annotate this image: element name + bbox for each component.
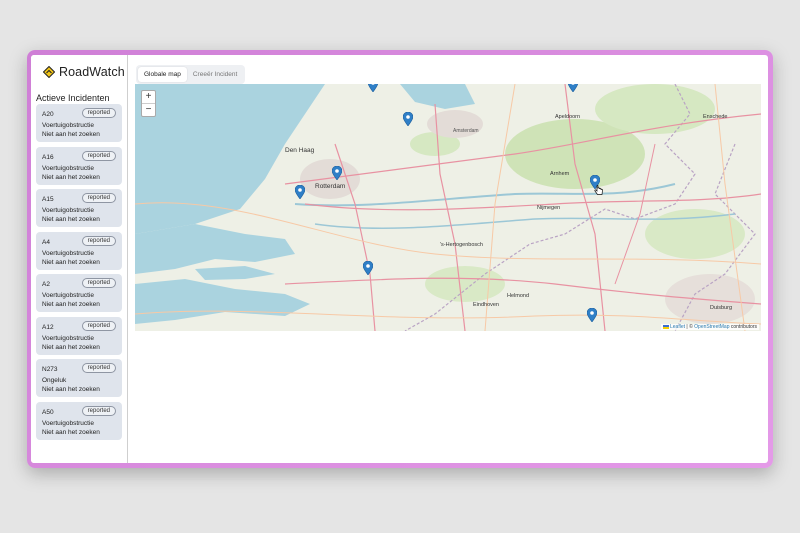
incident-road: A15 [42, 196, 54, 203]
incident-list: A20 reported Voertuigobstructie Niet aan… [36, 104, 122, 444]
incident-road: N273 [42, 366, 58, 373]
incident-status: Niet aan het zoeken [42, 343, 100, 351]
map-pin-icon [294, 184, 306, 200]
incident-type: Voertuigobstructie [42, 292, 95, 299]
incident-status: Niet aan het zoeken [42, 131, 100, 138]
map-label-den-bosch: 's-Hertogenbosch [440, 242, 483, 248]
map-label-helmond: Helmond [507, 293, 530, 299]
attribution-separator: | © [685, 324, 695, 330]
map-pin-icon [402, 111, 414, 127]
incident-status: Niet aan het zoeken [42, 216, 100, 223]
map-label-apeldoorn: Apeldoorn [555, 114, 581, 120]
tab-global-map[interactable]: Globale map [138, 67, 187, 82]
roadwatch-logo-icon [43, 66, 55, 78]
attribution-tail: contributors [729, 324, 757, 330]
incident-status: Niet aan het zoeken [42, 428, 100, 436]
incident-marker[interactable] [586, 307, 598, 323]
map-pin-icon [331, 165, 343, 181]
view-tabs: Globale map Creeër Incident [136, 65, 246, 84]
hand-cursor-icon [594, 185, 603, 195]
incident-card[interactable]: N273 reported Ongeluk Niet aan het zoeke… [36, 359, 122, 397]
tab-create-incident[interactable]: Creeër Incident [187, 67, 243, 82]
incident-type: Voertuigobstructie [42, 249, 95, 257]
zoom-in-button[interactable]: + [142, 91, 155, 104]
map-label-arnhem: Arnhem [550, 171, 570, 177]
sidebar: RoadWatch Actieve Incidenten A20 reporte… [31, 55, 128, 463]
incident-status: Niet aan het zoeken [42, 173, 100, 181]
incident-type: Voertuigobstructie [42, 122, 95, 129]
incident-type: Voertuigobstructie [42, 419, 95, 427]
incident-road: A4 [42, 238, 50, 246]
status-badge: reported [81, 235, 116, 246]
map-pin-icon [367, 84, 379, 93]
osm-link[interactable]: OpenStreetMap [694, 324, 729, 330]
status-badge: reported [81, 150, 116, 161]
incident-marker[interactable] [567, 84, 579, 93]
incident-type: Ongeluk [42, 377, 67, 384]
incident-card[interactable]: A4 reported Voertuigobstructie Niet aan … [36, 231, 122, 270]
incident-status: Niet aan het zoeken [42, 386, 100, 393]
status-badge: reported [81, 405, 116, 416]
incident-road: A50 [42, 408, 54, 416]
leaflet-link[interactable]: Leaflet [670, 324, 685, 330]
map-label-enschede: Enschede [703, 114, 728, 120]
incident-card[interactable]: A12 reported Voertuigobstructie Niet aan… [36, 316, 122, 355]
map-pin-icon [362, 260, 374, 276]
incident-card[interactable]: A50 reported Voertuigobstructie Niet aan… [36, 401, 122, 440]
status-badge: reported [81, 193, 116, 203]
incident-marker[interactable] [331, 165, 343, 181]
map-label-eindhoven: Eindhoven [473, 302, 499, 308]
incident-type: Voertuigobstructie [42, 164, 95, 172]
app-logo[interactable]: RoadWatch [43, 65, 125, 79]
incident-card[interactable]: A16 reported Voertuigobstructie Niet aan… [36, 146, 122, 185]
incident-marker[interactable] [367, 84, 379, 93]
incident-marker[interactable] [402, 111, 414, 127]
status-badge: reported [81, 320, 116, 331]
incident-card[interactable]: A15 reported Voertuigobstructie Niet aan… [36, 189, 122, 227]
status-badge: reported [81, 363, 116, 373]
incident-road: A16 [42, 153, 54, 161]
incident-card[interactable]: A20 reported Voertuigobstructie Niet aan… [36, 104, 122, 142]
incident-map[interactable]: Den Haag Rotterdam Amsterdam Apeldoorn E… [135, 84, 761, 331]
incident-marker[interactable] [294, 184, 306, 200]
map-label-den-haag: Den Haag [285, 147, 315, 154]
map-tiles[interactable] [135, 84, 761, 331]
map-label-nijmegen: Nijmegen [537, 205, 561, 211]
map-label-duisburg: Duisburg [710, 305, 733, 311]
app-name: RoadWatch [59, 65, 125, 79]
map-pin-icon [586, 307, 598, 323]
status-badge: reported [81, 108, 116, 118]
map-label-rotterdam: Rotterdam [315, 183, 346, 190]
incident-type: Voertuigobstructie [42, 334, 95, 342]
zoom-control: + − [141, 90, 156, 117]
incident-marker[interactable] [362, 260, 374, 276]
incident-road: A2 [42, 281, 50, 288]
browser-frame: RoadWatch Actieve Incidenten A20 reporte… [27, 50, 773, 468]
incident-status: Niet aan het zoeken [42, 258, 100, 266]
map-label-amsterdam: Amsterdam [453, 128, 479, 134]
main-content: Globale map Creeër Incident Den Haag Rot… [128, 55, 768, 463]
zoom-out-button[interactable]: − [142, 104, 155, 116]
map-attribution: Leaflet | © OpenStreetMap contributors [660, 324, 759, 330]
ukraine-flag-icon [662, 324, 669, 329]
sidebar-title: Actieve Incidenten [36, 93, 110, 103]
incident-card[interactable]: A2 reported Voertuigobstructie Niet aan … [36, 274, 122, 312]
map-pin-icon [567, 84, 579, 93]
incident-road: A20 [42, 111, 54, 118]
incident-status: Niet aan het zoeken [42, 301, 100, 308]
status-badge: reported [81, 278, 116, 288]
incident-type: Voertuigobstructie [42, 207, 95, 214]
incident-road: A12 [42, 323, 54, 331]
app-window: RoadWatch Actieve Incidenten A20 reporte… [31, 55, 768, 463]
